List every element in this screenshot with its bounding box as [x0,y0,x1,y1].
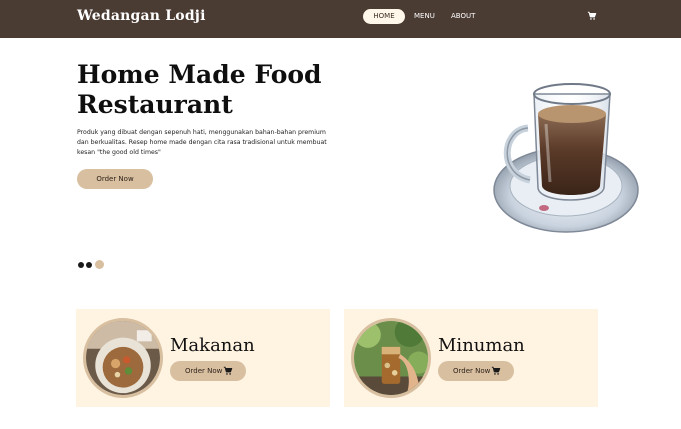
hero-order-now-button[interactable]: Order Now [77,169,153,189]
hero-description: Produk yang dibuat dengan sepenuh hati, … [77,129,327,156]
carousel-dot-3-active[interactable] [95,260,104,269]
navbar: Wedangan Lodji HOME MENU ABOUT [0,0,681,38]
category-card-minuman: Minuman Order Now [344,309,598,407]
card-title: Minuman [438,335,525,356]
food-photo [83,318,163,398]
carousel-dot-2[interactable] [86,262,92,268]
nav-menu-link[interactable]: MENU [414,9,435,24]
hero-title-line-1: Home Made Food [77,60,322,89]
carousel-dot-1[interactable] [78,262,84,268]
hero-title-line-2: Restaurant [77,90,233,119]
brand-logo[interactable]: Wedangan Lodji [77,8,206,24]
coffee-glass-image [493,83,639,233]
nav-home-link[interactable]: HOME [363,9,405,24]
hero-title: Home Made Food Restaurant [77,60,377,120]
cart-icon [223,366,233,375]
order-now-button[interactable]: Order Now [438,361,514,381]
card-title: Makanan [170,335,255,356]
order-now-label: Order Now [185,367,223,375]
cart-icon [491,366,501,375]
order-now-button[interactable]: Order Now [170,361,246,381]
nav-about-link[interactable]: ABOUT [451,9,475,24]
order-now-label: Order Now [453,367,491,375]
drink-photo [351,318,431,398]
category-card-makanan: Makanan Order Now [76,309,330,407]
cart-icon[interactable] [587,11,597,21]
